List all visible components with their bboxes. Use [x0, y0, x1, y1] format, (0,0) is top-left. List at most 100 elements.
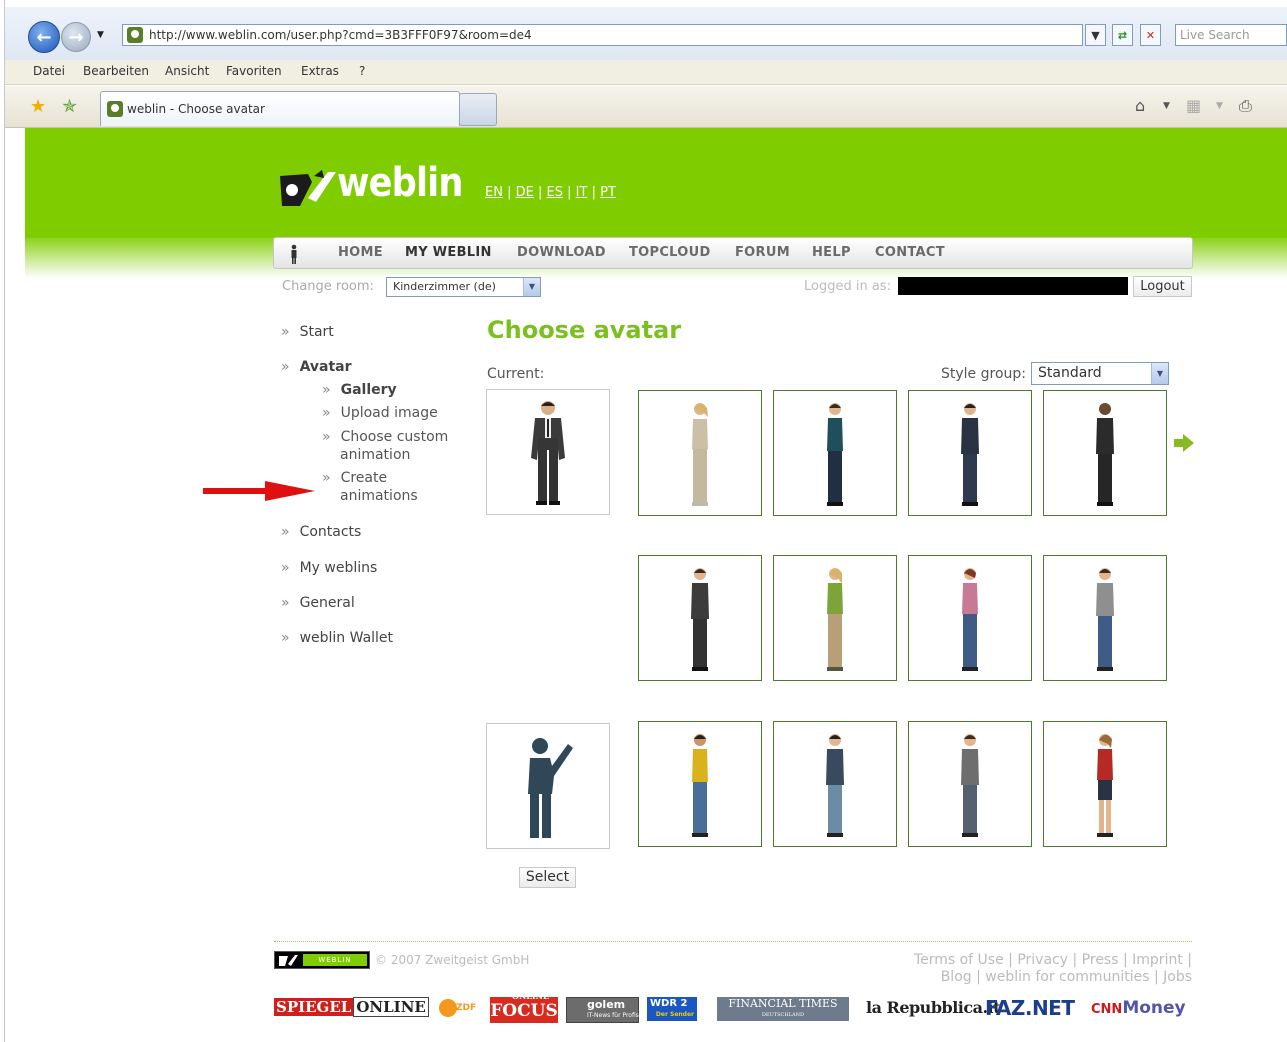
avatar-option[interactable]: [908, 390, 1032, 516]
refresh-button[interactable]: ⇄: [1112, 24, 1133, 46]
avatar-figure: [827, 403, 843, 506]
link-jobs[interactable]: Jobs: [1163, 969, 1192, 985]
sidebar-item-create-animations-line2[interactable]: animations: [340, 488, 418, 504]
sidebar-item-choose-custom-animation-line2[interactable]: animation: [340, 447, 410, 463]
menu-bearbeiten[interactable]: Bearbeiten: [83, 64, 149, 78]
avatar-option[interactable]: [638, 555, 762, 681]
avatar-option[interactable]: [908, 555, 1032, 681]
room-select[interactable]: Kinderzimmer (de) ▼: [386, 277, 541, 297]
nav-download[interactable]: DOWNLOAD: [517, 245, 606, 260]
avatar-option[interactable]: [638, 721, 762, 847]
new-tab-button[interactable]: [459, 93, 497, 126]
print-icon[interactable]: ⎙: [1239, 96, 1252, 116]
menu-datei[interactable]: Datei: [33, 64, 65, 78]
avatar-option[interactable]: [638, 390, 762, 516]
press-logo-faz[interactable]: FAZ.NET: [985, 996, 1075, 1020]
home-icon[interactable]: ⌂: [1135, 96, 1145, 115]
bullet: »: [281, 324, 290, 340]
menu-help[interactable]: ?: [359, 64, 365, 78]
menu-ansicht[interactable]: Ansicht: [165, 64, 209, 78]
avatar-option[interactable]: [1043, 721, 1167, 847]
next-page-arrow-icon[interactable]: [1174, 434, 1194, 452]
logged-in-label: Logged in as:: [804, 279, 891, 294]
link-imprint[interactable]: Imprint: [1132, 952, 1183, 968]
spiegel-text: SPIEGEL: [274, 998, 354, 1016]
back-button[interactable]: ←: [28, 21, 60, 53]
history-dropdown-icon[interactable]: ▼: [97, 30, 104, 40]
press-logo-wdr[interactable]: WDR 2 Der Sender: [647, 997, 697, 1021]
weblin-logo[interactable]: weblin: [275, 160, 463, 210]
sidebar-item-create-animations[interactable]: » Create: [322, 470, 387, 486]
add-favorite-icon[interactable]: ✯: [62, 96, 77, 117]
press-logo-focus[interactable]: FOCUS ONLINE: [490, 991, 558, 1023]
avatar-option[interactable]: [908, 721, 1032, 847]
select-button[interactable]: Select: [519, 867, 576, 888]
window-border: [4, 0, 5, 1042]
style-group-select[interactable]: Standard ▼: [1031, 362, 1169, 385]
url-input[interactable]: http://www.weblin.com/user.php?cmd=3B3FF…: [122, 24, 1083, 46]
press-logo-ft[interactable]: FINANCIAL TIMES DEUTSCHLAND: [717, 997, 849, 1021]
avatar-option[interactable]: [1043, 555, 1167, 681]
avatar-figure: [691, 568, 709, 671]
menu-extras[interactable]: Extras: [301, 64, 339, 78]
nav-contact[interactable]: CONTACT: [875, 245, 945, 260]
link-sep: |: [1072, 952, 1078, 968]
sidebar-item-weblin-wallet[interactable]: » weblin Wallet: [281, 630, 393, 646]
lang-es[interactable]: ES: [547, 185, 563, 200]
url-dropdown-button[interactable]: ▼: [1085, 24, 1106, 46]
search-input[interactable]: Live Search: [1175, 24, 1287, 46]
style-group-label: Style group:: [941, 366, 1026, 382]
lang-it[interactable]: IT: [576, 185, 588, 200]
nav-my-weblin[interactable]: MY WEBLIN: [405, 245, 492, 260]
nav-forum[interactable]: FORUM: [735, 245, 790, 260]
link-communities[interactable]: weblin for communities: [985, 969, 1149, 985]
footer-weblin-logo[interactable]: WEBLIN: [274, 951, 370, 969]
sidebar-label: Upload image: [340, 405, 438, 421]
link-privacy[interactable]: Privacy: [1017, 952, 1068, 968]
home-dropdown-icon[interactable]: ▼: [1163, 101, 1170, 111]
press-logo-cnn-money[interactable]: CNNMoney: [1091, 998, 1186, 1018]
menu-bar: Datei Bearbeiten Ansicht Favoriten Extra…: [5, 60, 1287, 85]
sidebar-item-choose-custom-animation[interactable]: » Choose custom: [322, 429, 448, 445]
footer-links: Terms of Use | Privacy | Press | Imprint…: [914, 952, 1192, 986]
link-sep: |: [1187, 952, 1192, 968]
forward-button[interactable]: →: [61, 22, 91, 52]
favorites-star-icon[interactable]: ★: [30, 96, 46, 117]
link-terms[interactable]: Terms of Use: [914, 952, 1004, 968]
logo-wordmark: weblin: [337, 160, 463, 206]
nav-topcloud[interactable]: TOPCLOUD: [629, 245, 711, 260]
avatar-option[interactable]: [1043, 390, 1167, 516]
lang-en[interactable]: EN: [485, 185, 503, 200]
custom-avatar-placeholder[interactable]: [486, 723, 610, 849]
sidebar-item-gallery[interactable]: » Gallery: [322, 382, 397, 398]
sidebar-item-upload-image[interactable]: » Upload image: [322, 405, 438, 421]
avatar-option[interactable]: [773, 555, 897, 681]
nav-help[interactable]: HELP: [812, 245, 851, 260]
money-text: Money: [1122, 998, 1186, 1018]
stop-button[interactable]: ✕: [1140, 24, 1161, 46]
avatar-option[interactable]: [773, 721, 897, 847]
sidebar-item-start[interactable]: » Start: [281, 324, 334, 340]
press-logo-spiegel[interactable]: SPIEGEL ONLINE: [274, 997, 429, 1017]
press-logo-zdf[interactable]: ZDF: [438, 998, 476, 1022]
logout-button[interactable]: Logout: [1133, 276, 1192, 297]
press-logo-golem[interactable]: golem IT-News für Profis: [566, 997, 639, 1023]
feeds-icon[interactable]: ▦: [1186, 96, 1201, 115]
avatar-option[interactable]: [773, 390, 897, 516]
sidebar-item-my-weblins[interactable]: » My weblins: [281, 560, 377, 576]
link-blog[interactable]: Blog: [941, 969, 972, 985]
feeds-dropdown-icon[interactable]: ▼: [1216, 101, 1223, 111]
red-arrow-annotation-icon: [203, 481, 315, 501]
nav-home[interactable]: HOME: [338, 245, 383, 260]
sidebar-item-general[interactable]: » General: [281, 595, 355, 611]
sidebar-item-contacts[interactable]: » Contacts: [281, 524, 361, 540]
press-logo-repubblica[interactable]: la Repubblica.it: [866, 998, 1001, 1017]
tab-active[interactable]: weblin - Choose avatar: [100, 91, 460, 126]
focus-online-text: ONLINE: [512, 991, 550, 1001]
link-press[interactable]: Press: [1082, 952, 1119, 968]
menu-favoriten[interactable]: Favoriten: [226, 64, 282, 78]
lang-de[interactable]: DE: [516, 185, 534, 200]
sidebar-item-avatar[interactable]: » Avatar: [281, 359, 352, 375]
sidebar-label: Gallery: [340, 382, 397, 398]
lang-pt[interactable]: PT: [600, 185, 616, 200]
